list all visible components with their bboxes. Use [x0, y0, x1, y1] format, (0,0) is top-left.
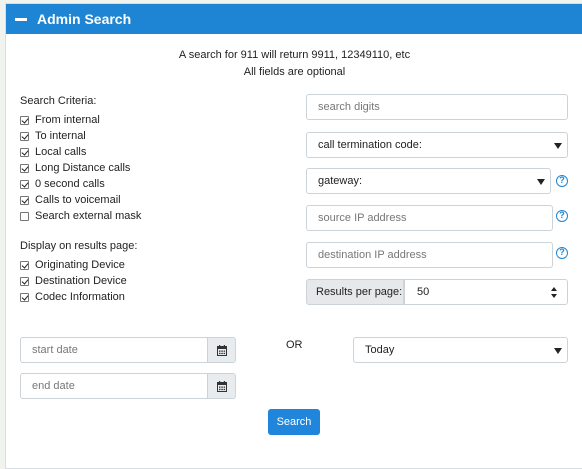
info-line-2: All fields are optional — [243, 66, 346, 78]
checkbox-search-external-mask[interactable]: Search external mask — [20, 209, 141, 223]
help-icon[interactable]: ? — [556, 210, 568, 222]
display-results-label: Display on results page: — [20, 240, 138, 252]
admin-search-panel: Admin Search A search for 911 will retur… — [5, 3, 582, 469]
checkbox-destination-device[interactable]: Destination Device — [20, 274, 127, 288]
chevron-down-icon — [554, 348, 562, 354]
date-range-value: Today — [365, 344, 395, 356]
checkbox-label: Originating Device — [35, 259, 125, 271]
checkbox-label: Local calls — [35, 146, 87, 158]
checkbox-from-internal[interactable]: From internal — [20, 113, 100, 127]
checkbox-icon[interactable] — [20, 260, 29, 270]
checkbox-icon[interactable] — [20, 115, 29, 125]
or-label: OR — [286, 339, 303, 351]
search-button[interactable]: Search — [268, 409, 320, 435]
checkbox-icon[interactable] — [20, 195, 29, 205]
search-digits-input[interactable] — [306, 94, 568, 120]
search-criteria-label: Search Criteria: — [20, 95, 97, 107]
destination-ip-input[interactable] — [306, 242, 553, 268]
end-date-input[interactable] — [20, 373, 208, 399]
chevron-down-icon — [554, 143, 562, 149]
minus-icon[interactable] — [15, 17, 27, 21]
gateway-select[interactable]: gateway: — [306, 168, 551, 194]
end-date-calendar-button[interactable] — [208, 373, 236, 399]
checkbox-icon[interactable] — [20, 163, 29, 173]
checkbox-icon[interactable] — [20, 276, 29, 286]
termination-code-select[interactable]: call termination code: — [306, 132, 568, 158]
gateway-value: gateway: — [318, 175, 363, 187]
date-range-select[interactable]: Today — [353, 337, 568, 363]
calendar-icon — [216, 344, 227, 356]
source-ip-input[interactable] — [306, 205, 553, 231]
checkbox-label: Search external mask — [35, 210, 142, 222]
start-date-input[interactable] — [20, 337, 208, 363]
checkbox-label: Destination Device — [35, 275, 127, 287]
start-date-calendar-button[interactable] — [208, 337, 236, 363]
checkbox-long-distance[interactable]: Long Distance calls — [20, 161, 130, 175]
chevron-down-icon — [537, 179, 545, 185]
checkbox-icon[interactable] — [20, 179, 29, 189]
checkbox-icon[interactable] — [20, 292, 29, 302]
info-line-1: A search for 911 will return 9911, 12349… — [178, 49, 411, 61]
panel-header: Admin Search — [6, 4, 582, 34]
up-down-icon — [551, 287, 559, 298]
checkbox-label: Long Distance calls — [35, 162, 131, 174]
checkbox-calls-to-voicemail[interactable]: Calls to voicemail — [20, 193, 121, 207]
help-icon[interactable]: ? — [556, 175, 568, 187]
checkbox-originating-device[interactable]: Originating Device — [20, 258, 125, 272]
checkbox-label: Codec Information — [35, 291, 125, 303]
panel-title: Admin Search — [37, 11, 132, 27]
checkbox-icon[interactable] — [20, 131, 29, 141]
termination-code-value: call termination code: — [318, 139, 422, 151]
checkbox-icon[interactable] — [20, 147, 29, 157]
checkbox-label: From internal — [35, 114, 100, 126]
checkbox-label: 0 second calls — [35, 178, 105, 190]
results-per-page-value: 50 — [417, 286, 430, 298]
results-per-page-label: Results per page: — [306, 279, 404, 305]
checkbox-to-internal[interactable]: To internal — [20, 129, 86, 143]
checkbox-local-calls[interactable]: Local calls — [20, 145, 86, 159]
help-icon[interactable]: ? — [556, 247, 568, 259]
checkbox-codec-information[interactable]: Codec Information — [20, 290, 125, 304]
checkbox-zero-second-calls[interactable]: 0 second calls — [20, 177, 105, 191]
checkbox-icon[interactable] — [20, 211, 29, 221]
checkbox-label: Calls to voicemail — [35, 194, 121, 206]
calendar-icon — [216, 380, 227, 392]
checkbox-label: To internal — [35, 130, 86, 142]
results-per-page-select[interactable]: 50 — [404, 279, 568, 305]
